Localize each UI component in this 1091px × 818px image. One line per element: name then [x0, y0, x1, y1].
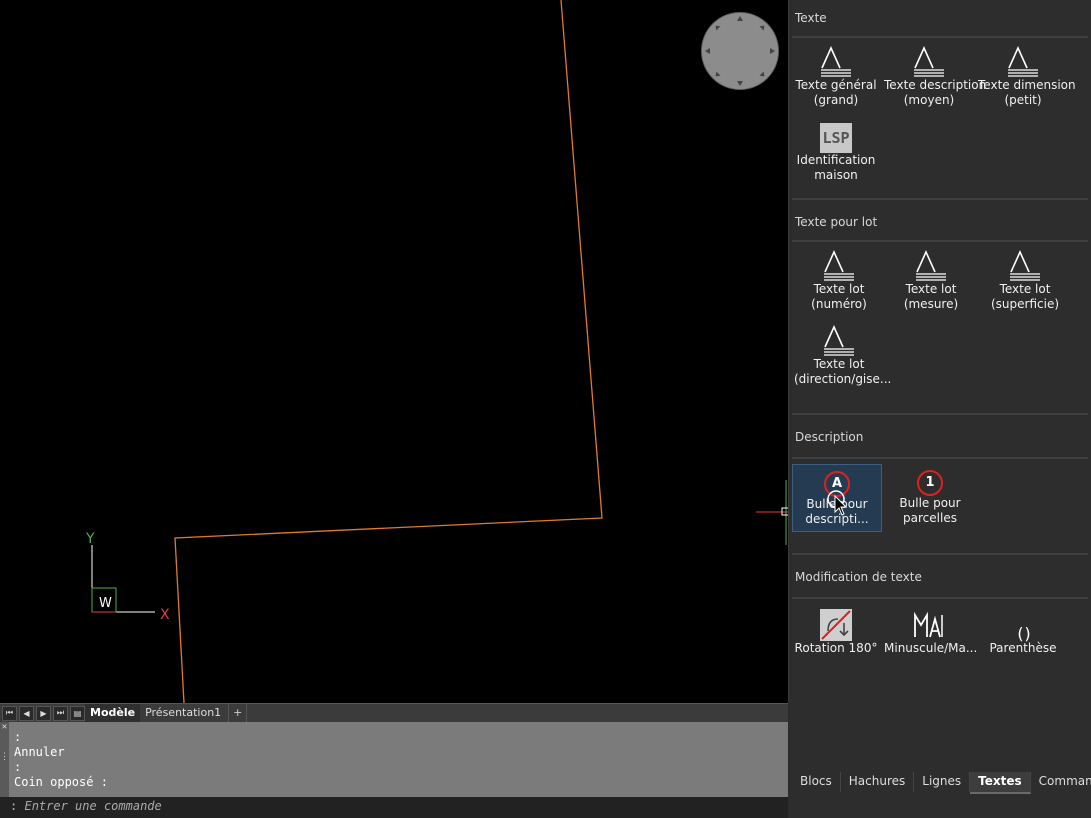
tab-model[interactable]: Modèle: [85, 704, 141, 722]
tool-label: Rotation 180°: [794, 641, 878, 655]
section-title-description: Description: [795, 430, 864, 444]
tool-label: (direction/gise...: [794, 372, 892, 386]
drawing-canvas[interactable]: Y X W: [0, 0, 789, 703]
command-window-grip[interactable]: ✕ ⋮: [0, 722, 9, 797]
section-divider: [792, 597, 1088, 599]
text-style-icon: [794, 319, 884, 357]
text-style-icon: [794, 244, 884, 282]
palette-tabs: Blocs Hachures Lignes Textes Commandes: [792, 772, 1091, 794]
tool-texte-general[interactable]: Texte général (grand): [791, 40, 881, 108]
bubble-1-icon: 1: [885, 464, 975, 496]
next-layout-button[interactable]: ▶: [36, 705, 51, 721]
add-layout-button[interactable]: +: [228, 704, 248, 722]
section-divider: [792, 36, 1088, 38]
tool-identification-maison[interactable]: LSP Identification maison: [791, 115, 881, 183]
first-layout-button[interactable]: ⏮: [2, 705, 17, 721]
tool-label: Texte général: [795, 78, 877, 92]
tool-label: Texte dimension: [978, 78, 1076, 92]
tab-commandes[interactable]: Commandes: [1030, 772, 1091, 792]
tool-label: (superficie): [990, 297, 1060, 311]
history-line: :: [14, 760, 22, 774]
tab-hachures[interactable]: Hachures: [840, 772, 915, 792]
prev-layout-button[interactable]: ◀: [19, 705, 34, 721]
history-line: Annuler: [14, 745, 65, 759]
section-divider: [792, 553, 1088, 555]
text-style-icon: [980, 244, 1070, 282]
history-line: :: [14, 730, 22, 744]
tool-label: Bulle pour: [899, 496, 961, 510]
tool-parenthese[interactable]: () Parenthèse: [978, 603, 1068, 656]
ucs-x-label: X: [160, 607, 170, 623]
ucs-icon: Y X W: [85, 531, 170, 623]
tool-label: Texte lot: [813, 357, 865, 371]
tool-label: (petit): [1004, 93, 1042, 107]
tool-label: (grand): [813, 93, 859, 107]
tool-label: Identification: [796, 153, 876, 167]
text-style-icon: [978, 40, 1068, 78]
section-divider: [792, 198, 1088, 200]
tool-label: (moyen): [903, 93, 955, 107]
tool-label: Minuscule/Ma...: [884, 641, 978, 655]
navigation-wheel[interactable]: [701, 12, 779, 90]
ucs-w-label: W: [99, 596, 112, 611]
tool-label: (numéro): [811, 297, 867, 311]
tool-texte-dimension[interactable]: Texte dimension (petit): [978, 40, 1076, 108]
command-prompt: :: [10, 799, 18, 813]
tool-label: Texte lot: [905, 282, 957, 296]
section-title-texte-lot: Texte pour lot: [795, 215, 878, 229]
section-title-texte: Texte: [795, 11, 827, 25]
tool-label: Texte lot: [999, 282, 1051, 296]
rotate-180-icon: [791, 603, 881, 641]
section-divider: [792, 457, 1088, 459]
text-style-icon: [791, 40, 881, 78]
tool-texte-lot-superficie[interactable]: Texte lot (superficie): [980, 244, 1070, 312]
tool-texte-lot-mesure[interactable]: Texte lot (mesure): [886, 244, 976, 312]
case-toggle-icon: [884, 603, 974, 641]
tool-palette: Texte Texte général (grand) Texte descri…: [789, 0, 1091, 818]
ucs-y-label: Y: [85, 531, 95, 547]
tool-label: Texte description: [884, 78, 987, 92]
mouse-cursor: [827, 490, 848, 516]
tool-label: Parenthèse: [989, 641, 1057, 655]
tab-lignes[interactable]: Lignes: [914, 772, 971, 792]
section-divider: [792, 413, 1088, 415]
layout-list-button[interactable]: ▤: [70, 705, 85, 721]
text-style-icon: [884, 40, 974, 78]
parenthesis-icon: (): [1015, 624, 1032, 643]
tab-blocs[interactable]: Blocs: [792, 772, 841, 792]
layout-tabs-bar: ⏮ ◀ ▶ ⏭ ▤ Modèle Présentation1 +: [0, 703, 788, 722]
tab-presentation1[interactable]: Présentation1: [140, 704, 226, 722]
section-title-modification: Modification de texte: [795, 570, 922, 584]
drawing-svg: Y X W: [85, 0, 788, 703]
section-divider: [792, 240, 1088, 242]
tool-label: parcelles: [903, 511, 957, 525]
command-history: ✕ ⋮ : Annuler : Coin opposé :: [0, 722, 788, 797]
tool-texte-lot-numero[interactable]: Texte lot (numéro): [794, 244, 884, 312]
history-line: Coin opposé :: [14, 775, 108, 789]
tool-label: maison: [814, 168, 858, 182]
lsp-icon: LSP: [791, 115, 881, 153]
crosshair-cursor: [756, 480, 788, 545]
tool-texte-lot-direction[interactable]: Texte lot (direction/gise...: [794, 319, 892, 387]
tool-rotation-180[interactable]: Rotation 180°: [791, 603, 881, 656]
tab-textes[interactable]: Textes: [970, 772, 1031, 794]
tool-minuscule-majuscule[interactable]: Minuscule/Ma...: [884, 603, 978, 656]
tool-label: (mesure): [903, 297, 959, 311]
tool-bulle-parcelles[interactable]: 1 Bulle pour parcelles: [885, 464, 975, 526]
command-placeholder: Entrer une commande: [24, 799, 162, 813]
lot-boundary-line[interactable]: [174, 0, 603, 703]
command-input[interactable]: : Entrer une commande: [0, 797, 788, 818]
last-layout-button[interactable]: ⏭: [53, 705, 68, 721]
text-style-icon: [886, 244, 976, 282]
tool-texte-description[interactable]: Texte description (moyen): [884, 40, 987, 108]
tool-label: Texte lot: [813, 282, 865, 296]
